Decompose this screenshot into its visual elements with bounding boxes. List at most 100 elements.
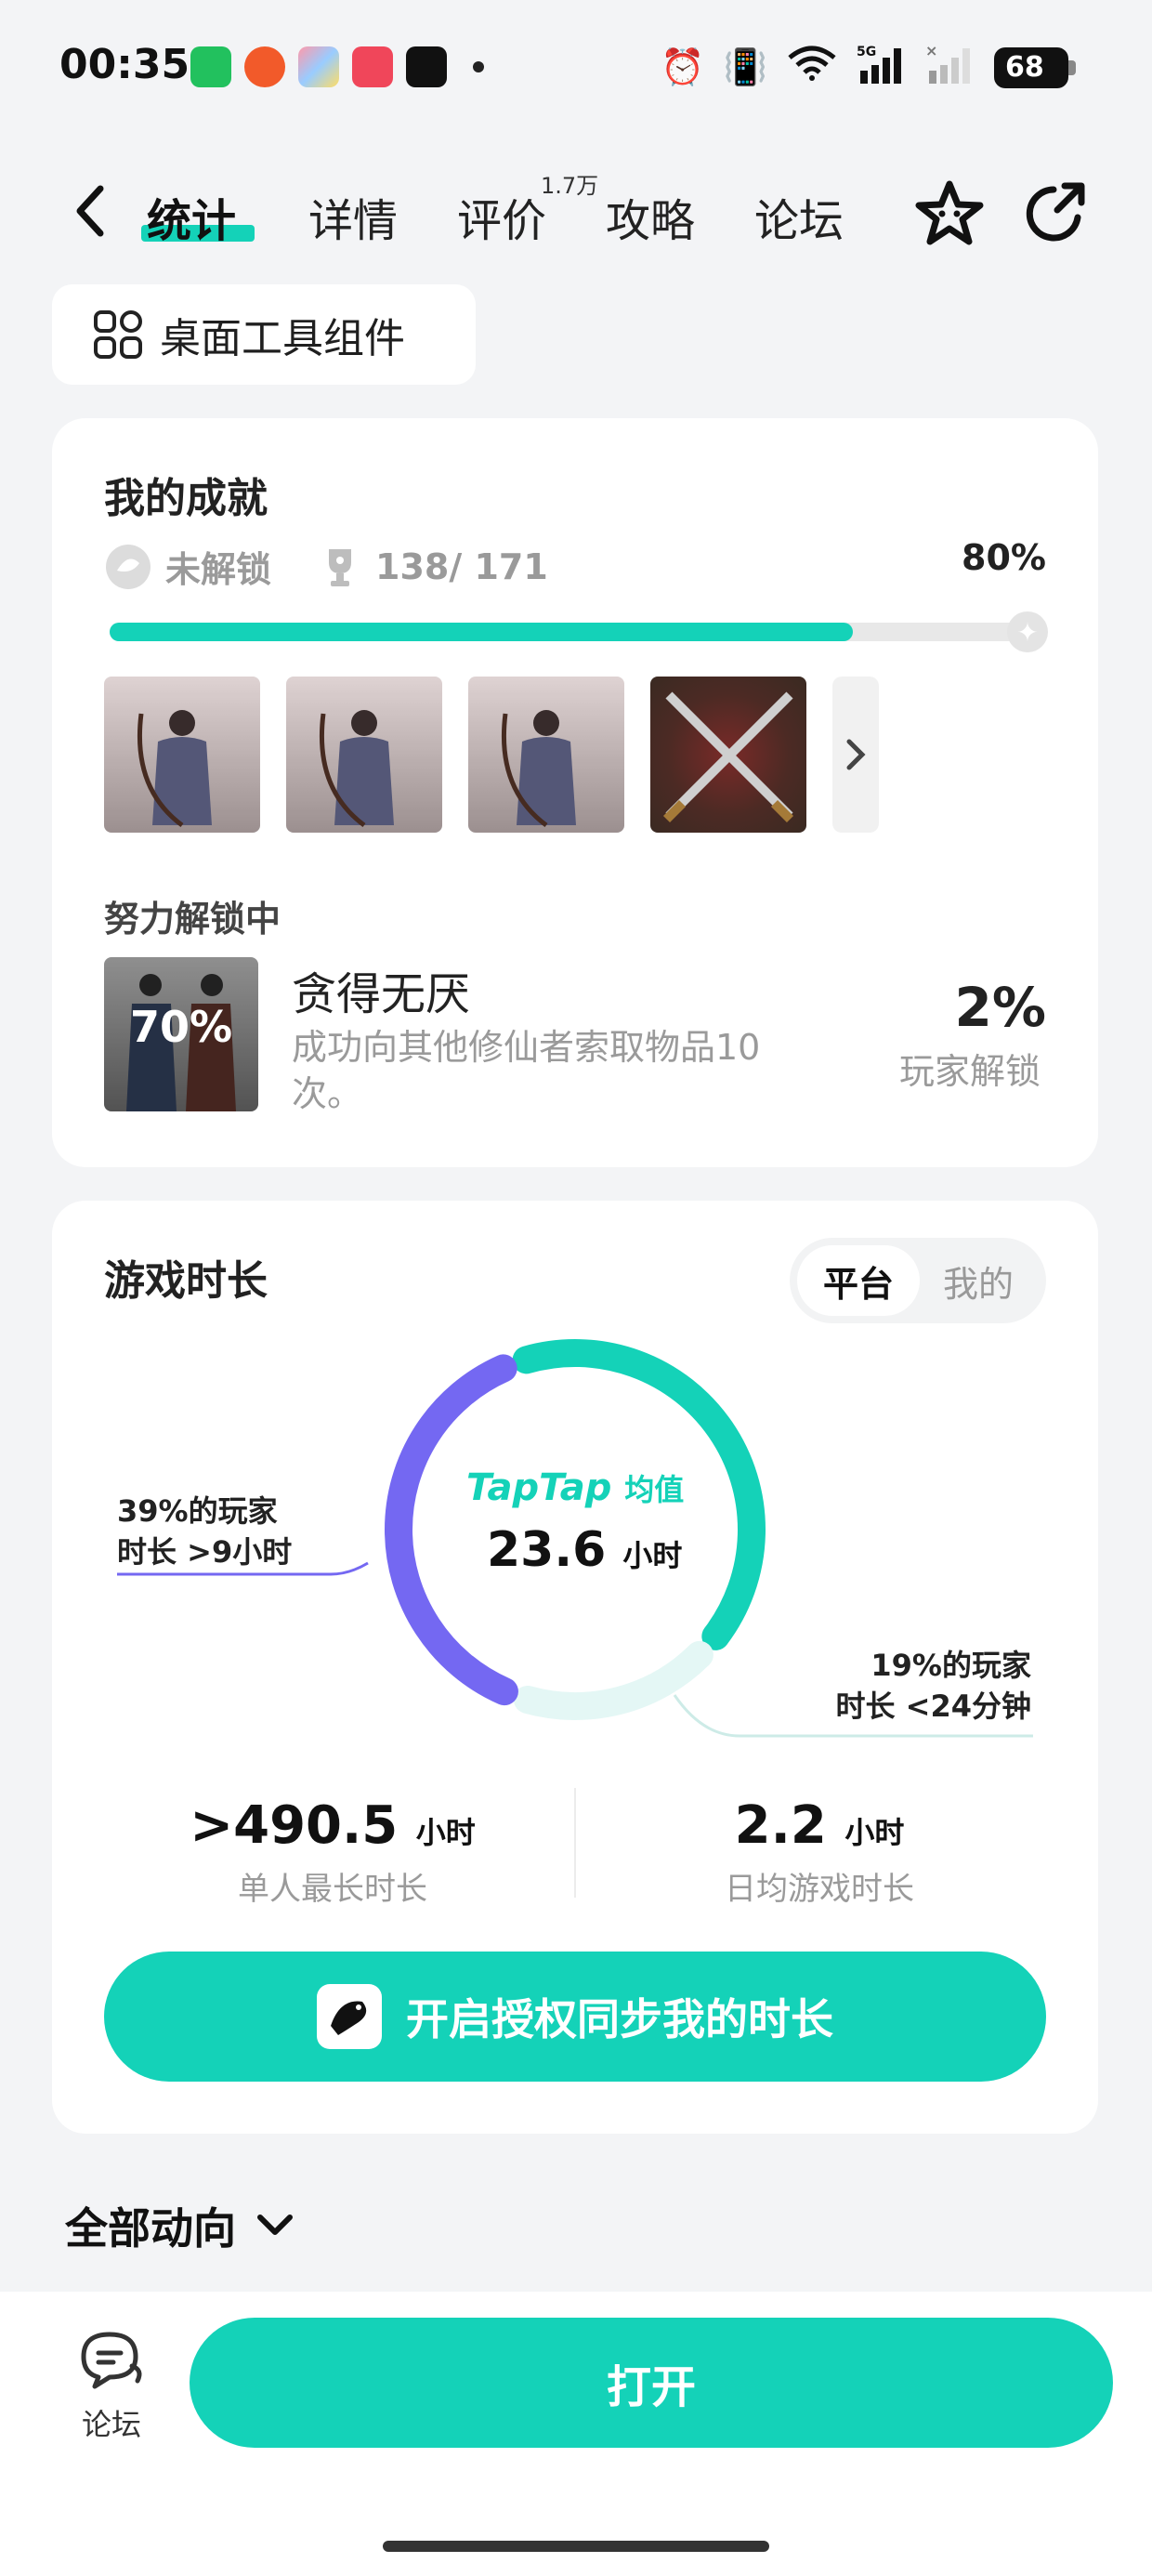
svg-text:×: ×: [925, 43, 937, 59]
signal-5g-icon: 5G: [857, 43, 907, 92]
daily-unit: 小时: [844, 1815, 905, 1850]
status-bar: 00:35 ⏰ 📳 5G × 68: [0, 0, 1152, 139]
wifi-icon: [786, 45, 838, 90]
in-progress-achievement-thumb[interactable]: 70%: [104, 957, 258, 1111]
tiktok-icon: [406, 46, 447, 87]
stats-divider: [574, 1788, 576, 1898]
signal-icon: ×: [925, 42, 975, 92]
vibrate-icon: 📳: [723, 46, 767, 87]
daily-playtime-label: 日均游戏时长: [725, 1871, 914, 1908]
swordsman-icon: [286, 677, 442, 833]
short-players-line1: 19%的玩家: [871, 1648, 1031, 1683]
max-value: >490.5: [190, 1795, 399, 1856]
taptap-brand: TapTap: [466, 1466, 612, 1509]
forum-button[interactable]: 论坛: [65, 2329, 158, 2444]
status-time: 00:35: [59, 41, 190, 88]
chevron-down-icon: [257, 2215, 293, 2235]
notification-icons: [190, 46, 484, 87]
average-unit: 小时: [622, 1538, 683, 1573]
progress-end-badge-icon: ✦: [1007, 611, 1048, 652]
sync-button-label: 开启授权同步我的时长: [406, 1994, 833, 2044]
share-icon: [1026, 182, 1085, 242]
back-button[interactable]: [61, 178, 117, 243]
achievement-progress-fill: [110, 623, 853, 641]
locked-label: 未解锁: [165, 549, 272, 590]
daily-value: 2.2: [734, 1795, 827, 1856]
svg-text:5G: 5G: [857, 45, 876, 59]
short-players-line2: 时长 <24分钟: [835, 1689, 1032, 1724]
achievements-card: 我的成就 未解锁 138/ 171 80% ✦ 努力解锁中 70% 贪得无厌 成…: [52, 418, 1098, 1167]
more-achievements-button[interactable]: [832, 677, 879, 833]
achievement-status: 未解锁 138/ 171: [104, 541, 548, 592]
all-activity-label: 全部动向: [65, 2203, 236, 2254]
alarm-icon: ⏰: [661, 46, 705, 87]
forum-label: 论坛: [81, 2407, 141, 2442]
max-playtime-value: >490.5 小时: [91, 1795, 574, 1856]
in-progress-percent: 70%: [129, 1002, 233, 1052]
tab-reviews[interactable]: 评价: [457, 184, 546, 249]
game-logo-icon: [317, 1984, 382, 2049]
achievement-thumb-crossed-swords[interactable]: [650, 677, 806, 833]
tab-forum[interactable]: 论坛: [754, 184, 844, 249]
daily-playtime-value: 2.2 小时: [578, 1795, 1061, 1856]
achievement-progress-bar: ✦: [110, 611, 1048, 652]
open-game-button[interactable]: 打开: [190, 2318, 1113, 2448]
unlock-rate: 2%: [954, 976, 1046, 1039]
back-arrow-icon: [76, 185, 104, 237]
in-progress-achievement-name: 贪得无厌: [292, 968, 471, 1020]
favorite-button[interactable]: [910, 175, 988, 253]
taptap-average-label: TapTap 均值: [466, 1466, 684, 1509]
all-activity-dropdown[interactable]: 全部动向: [65, 2195, 294, 2256]
achievement-thumb-swordsman-3[interactable]: [468, 677, 624, 833]
short-players-label: 19%的玩家 时长 <24分钟: [836, 1645, 1032, 1727]
star-icon: [915, 180, 984, 245]
average-value: 23.6: [487, 1522, 607, 1578]
locked-achievement-icon: [106, 544, 151, 589]
widget-chip-label: 桌面工具组件: [160, 315, 405, 362]
share-button[interactable]: [1016, 175, 1094, 253]
achievement-thumb-swordsman-2[interactable]: [286, 677, 442, 833]
average-suffix: 均值: [624, 1472, 685, 1507]
video-icon: [352, 46, 393, 87]
forum-chat-icon: [81, 2332, 142, 2389]
long-players-line2: 时长 >9小时: [117, 1534, 293, 1570]
achievement-thumbnails: [104, 677, 879, 833]
in-progress-achievement-description: 成功向其他修仙者索取物品10次。: [292, 1027, 761, 1114]
long-players-line1: 39%的玩家: [117, 1493, 278, 1529]
tab-guides[interactable]: 攻略: [606, 184, 695, 249]
home-indicator[interactable]: [383, 2541, 769, 2552]
crossed-swords-icon: [662, 691, 794, 823]
long-players-label: 39%的玩家 时长 >9小时: [117, 1491, 292, 1572]
unlock-rate-label: 玩家解锁: [898, 1051, 1041, 1092]
trophy-icon: [329, 548, 352, 586]
battery-indicator: 68: [994, 46, 1076, 88]
gallery-icon: [298, 46, 339, 87]
swordsman-icon: [468, 677, 624, 833]
max-unit: 小时: [415, 1815, 476, 1850]
sync-playtime-button[interactable]: 开启授权同步我的时长: [104, 1952, 1046, 2082]
wechat-icon: [190, 46, 231, 87]
reviews-count-badge: 1.7万: [541, 173, 599, 199]
achievements-title: 我的成就: [104, 475, 268, 522]
top-nav: 统计 详情 评价 1.7万 攻略 论坛: [0, 167, 1152, 260]
playtime-card: 游戏时长 平台 我的 TapTap 均值 23.6 小时 39%的玩家 时长 >…: [52, 1201, 1098, 2134]
average-playtime: 23.6 小时: [487, 1522, 682, 1578]
more-notifications-dot: [473, 61, 484, 72]
chevron-right-icon: [846, 739, 866, 770]
achievement-thumb-swordsman-1[interactable]: [104, 677, 260, 833]
max-playtime-stat: >490.5 小时 单人最长时长: [91, 1795, 574, 1909]
widget-grid-icon: [94, 310, 142, 359]
donut-segment-short: [513, 1640, 713, 1720]
max-playtime-label: 单人最长时长: [238, 1871, 427, 1908]
desktop-widget-chip[interactable]: 桌面工具组件: [52, 284, 476, 385]
tab-stats[interactable]: 统计: [147, 184, 236, 249]
achievement-percent: 80%: [962, 537, 1046, 578]
weibo-icon: [244, 46, 285, 87]
tab-details[interactable]: 详情: [308, 184, 398, 249]
swordsman-icon: [104, 677, 260, 833]
achievement-count: 138/ 171: [375, 545, 548, 587]
daily-playtime-stat: 2.2 小时 日均游戏时长: [578, 1795, 1061, 1909]
bottom-action-bar: 论坛 打开: [0, 2292, 1152, 2576]
in-progress-title: 努力解锁中: [104, 899, 281, 940]
system-icons: ⏰ 📳 5G × 68: [661, 42, 1076, 92]
